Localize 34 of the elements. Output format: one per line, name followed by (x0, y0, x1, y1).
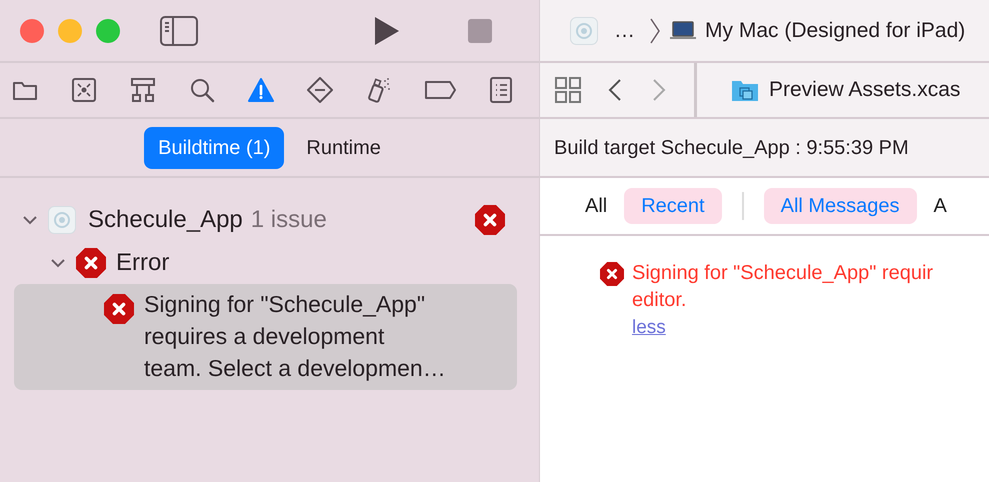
issue-message: Signing for "Schecule_App" requires a development team. Select a developmen… (144, 290, 446, 383)
spray-bottle-icon[interactable] (366, 77, 392, 103)
scope-tab[interactable]: Buildtime (1) (144, 126, 284, 168)
device-name[interactable]: My Mac (Designed for iPad) (705, 14, 966, 46)
back-icon[interactable] (608, 78, 622, 102)
filter-tab[interactable]: A (916, 188, 964, 224)
sidebar-toggle-icon[interactable] (160, 16, 198, 46)
scope-tab[interactable]: Runtime (292, 126, 395, 168)
laptop-icon (669, 20, 697, 40)
issue-row[interactable]: Signing for "Schecule_App" requires a development team. Select a developmen… (14, 284, 517, 390)
tree-label: Schecule_App (88, 204, 243, 234)
warning-icon[interactable] (248, 77, 274, 103)
diamond-minus-icon[interactable] (307, 77, 333, 103)
filter-tab[interactable]: All (568, 188, 624, 224)
play-icon[interactable] (374, 16, 400, 46)
less-link[interactable]: less (632, 317, 666, 338)
search-icon[interactable] (189, 77, 215, 103)
error-icon (76, 248, 106, 278)
app-icon (48, 206, 76, 234)
app-icon (570, 16, 598, 44)
tree-label: Error (116, 248, 170, 278)
list-icon[interactable] (489, 77, 515, 103)
square-x-icon[interactable] (71, 77, 97, 103)
error-icon (104, 294, 134, 324)
error-message: Signing for "Schecule_App" requir editor. (632, 261, 934, 313)
breadcrumb-ellipsis[interactable]: … (614, 14, 635, 46)
error-icon (600, 262, 624, 286)
chevron-right-icon (649, 18, 661, 44)
folder-icon (731, 78, 759, 102)
grid-icon[interactable] (554, 76, 582, 104)
build-log-title: Build target Schecule_App : 9:55:39 PM (554, 136, 909, 160)
error-icon (475, 204, 505, 234)
hierarchy-icon[interactable] (130, 77, 156, 103)
issue-count: 1 issue (250, 204, 327, 234)
